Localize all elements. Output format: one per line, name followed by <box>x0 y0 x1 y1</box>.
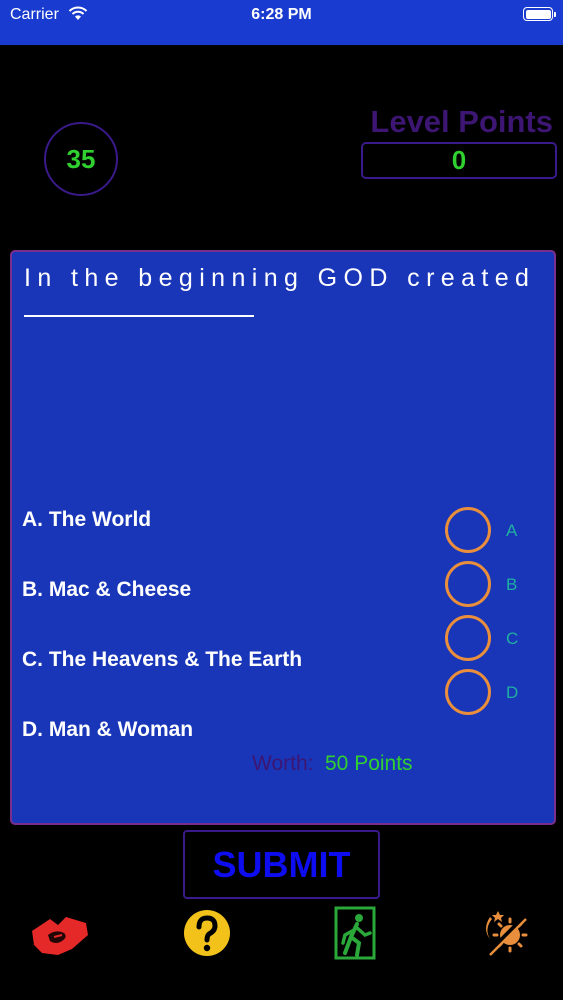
worth-value: 50 Points <box>325 752 413 775</box>
radio-b-label: B <box>506 575 518 594</box>
status-time: 6:28 PM <box>251 6 312 23</box>
radio-d[interactable] <box>445 669 491 715</box>
day-night-icon[interactable] <box>474 905 538 961</box>
radio-b[interactable] <box>445 561 491 607</box>
radio-a-label: A <box>506 521 518 540</box>
timer-circle: 35 <box>44 122 118 196</box>
worth-label: Worth: <box>252 752 314 775</box>
battery-icon <box>523 7 556 21</box>
radio-a[interactable] <box>445 507 491 553</box>
answer-option-a: A. The World <box>22 508 152 531</box>
question-card: In the beginning GOD created A. The Worl… <box>10 250 556 825</box>
handshake-icon[interactable] <box>28 905 92 961</box>
help-icon[interactable] <box>175 905 239 961</box>
answer-blank-line <box>24 315 254 317</box>
radio-d-label: D <box>506 683 519 702</box>
answer-option-c: C. The Heavens & The Earth <box>22 648 303 671</box>
submit-button[interactable]: SUBMIT <box>183 830 380 899</box>
answer-option-d: D. Man & Woman <box>22 718 194 741</box>
level-points-value: 0 <box>361 142 557 179</box>
level-points-label: Level Points <box>370 104 553 139</box>
status-bar: Carrier 6:28 PM <box>0 0 563 45</box>
radio-c[interactable] <box>445 615 491 661</box>
answer-option-b: B. Mac & Cheese <box>22 578 192 601</box>
radio-c-label: C <box>506 629 519 648</box>
question-text: In the beginning GOD created <box>24 264 536 292</box>
exit-icon[interactable] <box>323 905 387 961</box>
